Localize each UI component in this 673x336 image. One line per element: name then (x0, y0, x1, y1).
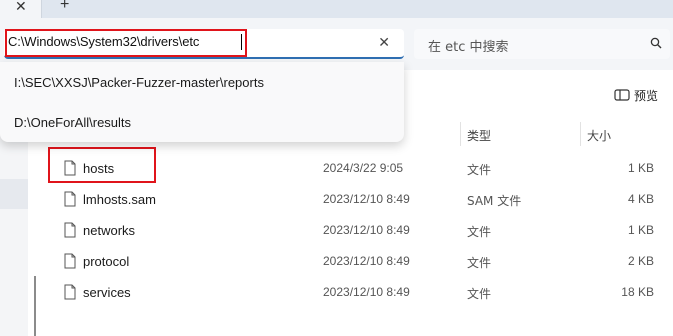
file-date: 2023/12/10 8:49 (323, 285, 410, 299)
file-name[interactable]: services (83, 285, 131, 300)
table-row[interactable]: services 2023/12/10 8:49 文件 18 KB (50, 277, 670, 307)
file-date: 2023/12/10 8:49 (323, 223, 410, 237)
file-icon (64, 222, 76, 238)
table-row[interactable]: lmhosts.sam 2023/12/10 8:49 SAM 文件 4 KB (50, 184, 670, 214)
suggestion-item[interactable]: D:\OneForAll\results (14, 115, 131, 130)
preview-label: 预览 (634, 88, 659, 103)
active-tab[interactable]: ✕ (0, 0, 42, 18)
file-icon (64, 253, 76, 269)
nav-selected-item[interactable] (0, 179, 28, 209)
file-size: 4 KB (627, 192, 654, 206)
file-name[interactable]: networks (83, 223, 135, 238)
suggestion-item[interactable]: I:\SEC\XXSJ\Packer-Fuzzer-master\reports (14, 75, 264, 90)
search-input[interactable]: 在 etc 中搜索 (414, 29, 670, 59)
file-date: 2023/12/10 8:49 (323, 254, 410, 268)
file-type: 文件 (467, 256, 492, 270)
file-date: 2023/12/10 8:49 (323, 192, 410, 206)
preview-pane-icon (614, 89, 630, 101)
close-tab-icon[interactable]: ✕ (15, 0, 27, 14)
table-row[interactable]: protocol 2023/12/10 8:49 文件 2 KB (50, 246, 670, 276)
table-row[interactable]: networks 2023/12/10 8:49 文件 1 KB (50, 215, 670, 245)
column-header-size[interactable]: 大小 (587, 127, 611, 144)
column-header-type[interactable]: 类型 (467, 127, 491, 144)
file-size: 1 KB (627, 161, 654, 175)
column-divider[interactable] (460, 122, 461, 146)
preview-button[interactable]: 预览 (614, 87, 658, 103)
column-divider[interactable] (580, 122, 581, 146)
search-placeholder[interactable]: 在 etc 中搜索 (428, 36, 509, 55)
hosts-highlight-box (48, 147, 156, 183)
file-type: 文件 (467, 287, 492, 301)
file-date: 2024/3/22 9:05 (323, 161, 404, 175)
scrollbar[interactable] (34, 276, 36, 336)
file-size: 1 KB (627, 223, 654, 237)
file-size: 18 KB (621, 285, 654, 299)
address-highlight-box (5, 29, 247, 57)
file-name[interactable]: lmhosts.sam (83, 192, 156, 207)
file-icon (64, 284, 76, 300)
tab-strip: ✕ + (0, 0, 673, 18)
file-icon (64, 191, 76, 207)
file-type: 文件 (467, 163, 492, 177)
address-input[interactable]: C:\Windows\System32\drivers\etc ✕ (4, 29, 404, 59)
file-size: 2 KB (627, 254, 654, 268)
search-icon[interactable] (650, 37, 662, 49)
new-tab-button[interactable]: + (60, 0, 69, 13)
clear-address-icon[interactable]: ✕ (378, 34, 390, 51)
file-type: 文件 (467, 225, 492, 239)
file-type: SAM 文件 (467, 194, 522, 208)
file-name[interactable]: protocol (83, 254, 129, 269)
address-suggestions-dropdown: I:\SEC\XXSJ\Packer-Fuzzer-master\reports… (0, 62, 404, 142)
